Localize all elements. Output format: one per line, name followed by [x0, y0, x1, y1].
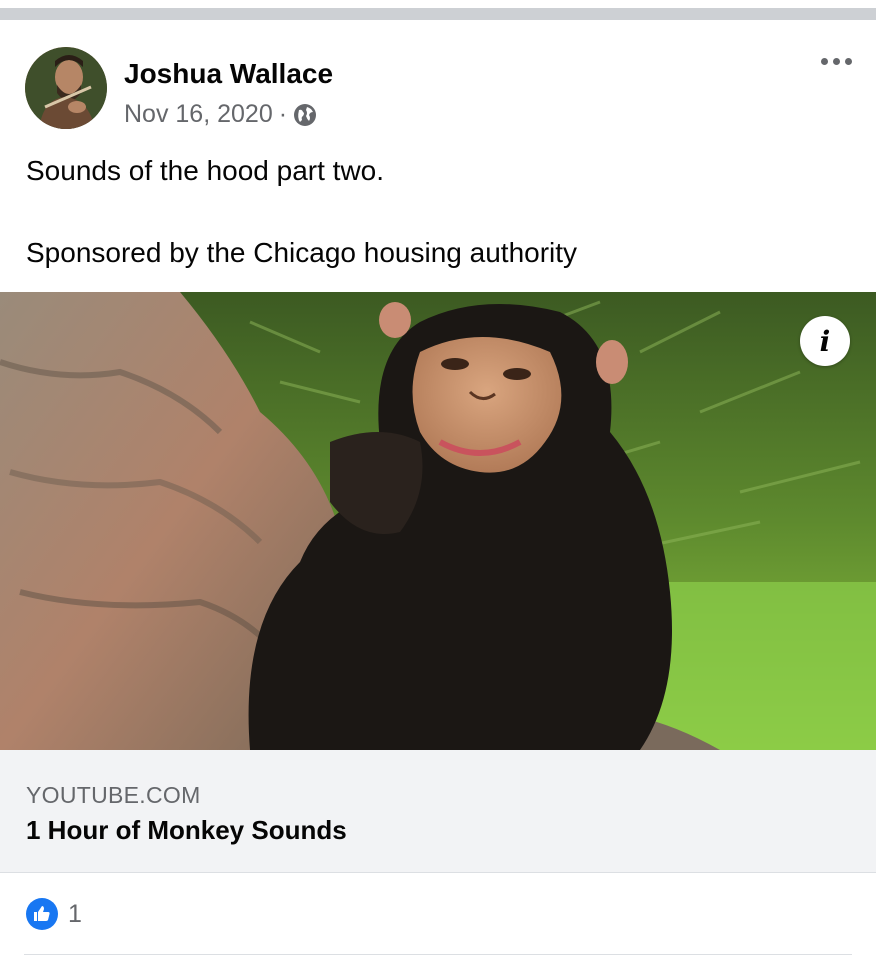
like-count[interactable]: 1: [68, 900, 82, 929]
avatar-image: [25, 47, 107, 129]
separator-bar: [0, 8, 876, 20]
reactions-summary[interactable]: 1: [26, 898, 82, 930]
more-dot: [821, 58, 828, 65]
chimpanzee-image: [0, 292, 876, 750]
link-title[interactable]: 1 Hour of Monkey Sounds: [26, 815, 347, 846]
post-text: Sounds of the hood part two. Sponsored b…: [26, 155, 578, 268]
author-name[interactable]: Joshua Wallace: [124, 58, 333, 90]
like-icon: [26, 898, 58, 930]
top-separator: [0, 0, 876, 20]
link-preview[interactable]: YOUTUBE.COM 1 Hour of Monkey Sounds: [0, 750, 876, 873]
info-icon[interactable]: i: [800, 316, 850, 366]
post-meta: Nov 16, 2020 ·: [124, 100, 317, 129]
globe-icon[interactable]: [293, 103, 317, 127]
author-avatar[interactable]: [25, 47, 107, 129]
more-dot: [845, 58, 852, 65]
link-domain: YOUTUBE.COM: [26, 782, 201, 808]
thumbs-up-glyph: [34, 906, 50, 921]
meta-separator: ·: [278, 100, 288, 128]
more-options-icon[interactable]: [821, 58, 852, 65]
link-preview-image[interactable]: i: [0, 292, 876, 750]
post-date[interactable]: Nov 16, 2020: [124, 100, 273, 129]
more-dot: [833, 58, 840, 65]
bottom-divider: [24, 954, 852, 955]
